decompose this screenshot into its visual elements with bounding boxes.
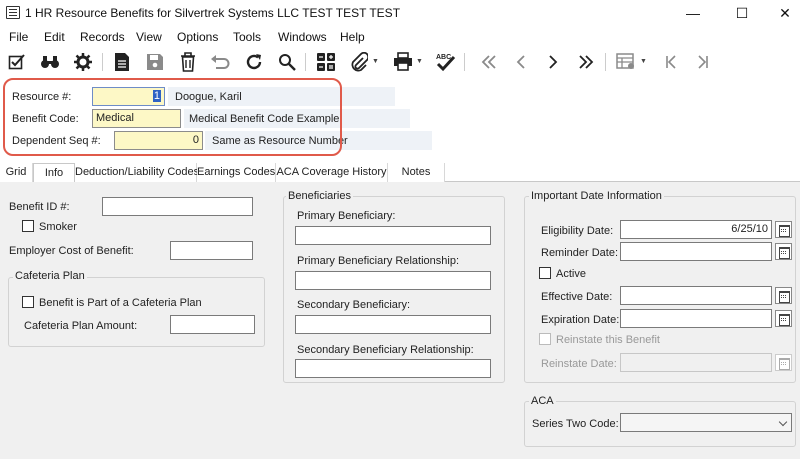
print-icon[interactable] — [392, 51, 414, 73]
spell-check-label: ABC — [436, 54, 451, 61]
employer-cost-label: Employer Cost of Benefit: — [9, 245, 134, 257]
delete-icon[interactable] — [177, 51, 199, 73]
cafeteria-plan-check-label: Benefit is Part of a Cafeteria Plan — [39, 297, 202, 309]
effective-date-label: Effective Date: — [541, 291, 613, 303]
tab-deduction-liability-codes[interactable]: Deduction/Liability Codes — [75, 163, 199, 182]
menu-bar: File Edit Records View Options Tools Win… — [0, 27, 800, 47]
series-two-select[interactable] — [620, 413, 792, 432]
reinstate-checkbox[interactable] — [539, 333, 551, 345]
search-icon[interactable] — [276, 51, 298, 73]
tab-grid[interactable]: Grid — [0, 163, 33, 182]
spell-check-icon[interactable]: ABC — [434, 51, 456, 73]
eligibility-calendar-icon[interactable] — [775, 221, 792, 238]
secondary-beneficiary-label: Secondary Beneficiary: — [297, 299, 411, 311]
go-last-icon[interactable] — [692, 51, 714, 73]
menu-options[interactable]: Options — [177, 30, 218, 44]
primary-beneficiary-input[interactable] — [295, 226, 491, 245]
expiration-date-label: Expiration Date: — [541, 314, 620, 326]
header-highlight-outline — [3, 78, 342, 156]
minimize-button[interactable]: — — [678, 3, 708, 23]
important-dates-title: Important Date Information — [529, 190, 664, 202]
maximize-button[interactable]: ☐ — [727, 3, 757, 23]
menu-help[interactable]: Help — [340, 30, 365, 44]
aca-title: ACA — [529, 395, 556, 407]
menu-records[interactable]: Records — [80, 30, 125, 44]
binoculars-icon[interactable] — [39, 51, 61, 73]
edit-check-icon[interactable] — [6, 51, 28, 73]
tab-strip: Grid Info Deduction/Liability Codes Earn… — [0, 163, 800, 183]
cafeteria-amount-label: Cafeteria Plan Amount: — [24, 320, 138, 332]
window-title: 1 HR Resource Benefits for Silvertrek Sy… — [25, 6, 401, 20]
primary-relationship-label: Primary Beneficiary Relationship: — [297, 255, 460, 267]
cafeteria-amount-input[interactable] — [170, 315, 255, 334]
effective-calendar-icon[interactable] — [775, 287, 792, 304]
grid-view-icon[interactable] — [615, 51, 637, 73]
attach-dropdown-icon[interactable]: ▼ — [372, 58, 379, 65]
reminder-date-label: Reminder Date: — [541, 247, 619, 259]
toolbar-separator — [464, 53, 465, 71]
tab-aca-coverage-history[interactable]: ACA Coverage History — [276, 163, 388, 182]
chevron-down-icon — [778, 417, 788, 427]
series-two-label: Series Two Code: — [532, 418, 619, 430]
document-icon[interactable] — [111, 51, 133, 73]
primary-relationship-input[interactable] — [295, 271, 491, 290]
benefit-id-input[interactable] — [102, 197, 253, 216]
reminder-calendar-icon[interactable] — [775, 243, 792, 260]
tab-notes[interactable]: Notes — [388, 163, 445, 182]
toolbar-separator — [102, 53, 103, 71]
reminder-date-input[interactable] — [620, 242, 772, 261]
close-button[interactable]: ✕ — [770, 3, 800, 23]
tab-info[interactable]: Info — [33, 163, 75, 183]
cafeteria-plan-group — [8, 277, 265, 347]
calculator-icon[interactable] — [315, 51, 337, 73]
toolbar-separator — [605, 53, 606, 71]
print-dropdown-icon[interactable]: ▼ — [416, 58, 423, 65]
save-icon[interactable] — [144, 51, 166, 73]
effective-date-input[interactable] — [620, 286, 772, 305]
toolbar-separator — [305, 53, 306, 71]
undo-icon[interactable] — [209, 51, 231, 73]
attach-icon[interactable] — [348, 51, 370, 73]
app-icon — [6, 6, 20, 19]
menu-windows[interactable]: Windows — [278, 30, 327, 44]
expiration-date-input[interactable] — [620, 309, 772, 328]
menu-file[interactable]: File — [9, 30, 28, 44]
eligibility-date-input[interactable]: 6/25/10 — [620, 220, 772, 239]
beneficiaries-title: Beneficiaries — [286, 190, 353, 202]
benefit-id-label: Benefit ID #: — [9, 201, 70, 213]
cafeteria-plan-title: Cafeteria Plan — [13, 270, 87, 282]
reinstate-check-label: Reinstate this Benefit — [556, 334, 660, 346]
secondary-relationship-label: Secondary Beneficiary Relationship: — [297, 344, 474, 356]
smoker-label: Smoker — [39, 221, 77, 233]
active-label: Active — [556, 268, 586, 280]
secondary-relationship-input[interactable] — [295, 359, 491, 378]
first-record-icon[interactable] — [478, 51, 500, 73]
employer-cost-input[interactable] — [170, 241, 253, 260]
expiration-calendar-icon[interactable] — [775, 310, 792, 327]
grid-dropdown-icon[interactable]: ▼ — [640, 58, 647, 65]
reinstate-calendar-icon[interactable] — [775, 354, 792, 371]
previous-record-icon[interactable] — [510, 51, 532, 73]
title-bar: 1 HR Resource Benefits for Silvertrek Sy… — [0, 0, 800, 26]
menu-view[interactable]: View — [136, 30, 162, 44]
menu-tools[interactable]: Tools — [233, 30, 261, 44]
cafeteria-plan-checkbox[interactable] — [22, 296, 34, 308]
active-checkbox[interactable] — [539, 267, 551, 279]
reinstate-date-label: Reinstate Date: — [541, 358, 617, 370]
primary-beneficiary-label: Primary Beneficiary: — [297, 210, 396, 222]
refresh-icon[interactable] — [243, 51, 265, 73]
last-record-icon[interactable] — [575, 51, 597, 73]
go-first-icon[interactable] — [660, 51, 682, 73]
toolbar: ▼ ▼ ABC ▼ — [0, 47, 800, 77]
settings-gear-icon[interactable] — [72, 51, 94, 73]
eligibility-date-label: Eligibility Date: — [541, 225, 614, 237]
tab-earnings-codes[interactable]: Earnings Codes — [197, 163, 276, 182]
smoker-checkbox[interactable] — [22, 220, 34, 232]
reinstate-date-input[interactable] — [620, 353, 772, 372]
secondary-beneficiary-input[interactable] — [295, 315, 491, 334]
next-record-icon[interactable] — [542, 51, 564, 73]
menu-edit[interactable]: Edit — [44, 30, 65, 44]
